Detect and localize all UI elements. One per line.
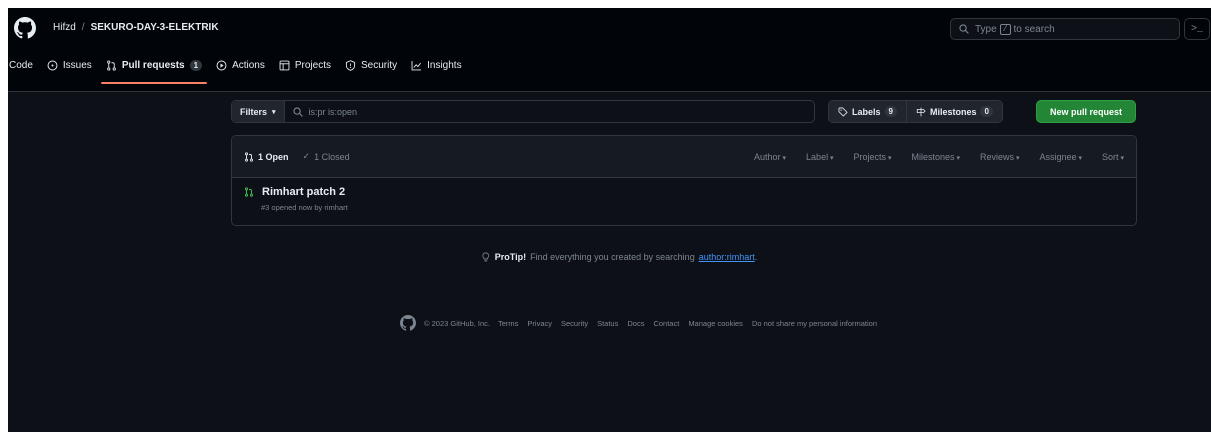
tab-label: Projects — [294, 59, 331, 71]
milestones-label: Milestones — [929, 106, 977, 117]
tab-security[interactable]: Security — [338, 54, 404, 76]
filters-button[interactable]: Filters ▾ — [232, 101, 285, 122]
pull-request-title-link[interactable]: Rimhart patch 2 — [262, 186, 345, 198]
pull-request-meta: #3 opened now by rimhart — [261, 203, 348, 212]
milestones-filter-menu[interactable]: Milestones — [912, 152, 961, 162]
tab-actions[interactable]: Actions — [209, 54, 272, 76]
search-prefix-text: Type — [975, 23, 997, 35]
pull-request-count-badge: 1 — [189, 59, 203, 71]
reviews-filter-menu[interactable]: Reviews — [980, 152, 1019, 162]
search-icon — [959, 24, 969, 34]
filters-label: Filters — [240, 106, 268, 117]
pull-request-icon — [106, 59, 116, 71]
tab-label: Issues — [62, 59, 92, 71]
chevron-down-icon: ▾ — [272, 108, 276, 116]
github-logo-icon[interactable] — [14, 17, 36, 39]
footer-link-security[interactable]: Security — [561, 319, 588, 328]
labels-count-badge: 9 — [884, 106, 897, 117]
footer-link-do-not-share[interactable]: Do not share my personal information — [752, 319, 877, 328]
check-icon: ✓ — [302, 151, 311, 161]
graph-icon — [411, 60, 422, 70]
site-footer: © 2023 GitHub, Inc. Terms Privacy Securi… — [400, 315, 877, 331]
repo-name-link[interactable]: SEKURO-DAY-3-ELEKTRIK — [91, 22, 219, 33]
labels-label: Labels — [852, 106, 881, 117]
breadcrumb-separator: / — [81, 22, 85, 33]
issue-icon — [47, 60, 58, 70]
tag-icon — [838, 107, 848, 117]
protip-text: Find everything you created by searching — [530, 252, 695, 262]
milestone-icon — [916, 107, 926, 116]
filters-bar: Filters ▾ is:pr is:open — [231, 100, 815, 123]
github-window: Hifzd / SEKURO-DAY-3-ELEKTRIK Type / to … — [8, 8, 1211, 432]
tab-label: Actions — [232, 59, 265, 71]
closed-filter-link[interactable]: ✓ 1 Closed — [303, 151, 350, 162]
projects-filter-menu[interactable]: Projects — [854, 152, 892, 162]
label-filter-menu[interactable]: Label — [806, 152, 834, 162]
pull-request-list: 1 Open ✓ 1 Closed Author Label Projects … — [231, 135, 1137, 226]
sort-menu[interactable]: Sort — [1102, 152, 1124, 162]
tab-code[interactable]: Code — [8, 54, 40, 76]
pr-search-value: is:pr is:open — [308, 106, 358, 117]
footer-link-docs[interactable]: Docs — [627, 319, 644, 328]
pull-request-icon — [244, 151, 254, 162]
light-bulb-icon — [482, 252, 490, 262]
global-search-input[interactable]: Type / to search — [950, 18, 1180, 40]
protip-search-link[interactable]: author:rimhart — [699, 252, 755, 262]
assignee-filter-menu[interactable]: Assignee — [1040, 152, 1083, 162]
pull-request-list-header: 1 Open ✓ 1 Closed Author Label Projects … — [232, 136, 1136, 178]
protip-end: . — [754, 252, 758, 262]
search-suffix-text: to search — [1013, 23, 1055, 35]
milestones-count-badge: 0 — [980, 106, 993, 117]
pr-search-input[interactable]: is:pr is:open — [285, 107, 814, 117]
repo-nav-tabs: Code Issues Pull requests 1 Actions Proj… — [8, 54, 469, 84]
protip: ProTip! Find everything you created by s… — [481, 252, 757, 262]
play-icon — [216, 60, 227, 70]
milestones-button[interactable]: Milestones 0 — [905, 101, 1002, 122]
labels-milestones-group: Labels 9 Milestones 0 — [828, 100, 1003, 123]
tab-pull-requests[interactable]: Pull requests 1 — [99, 54, 209, 84]
footer-link-manage-cookies[interactable]: Manage cookies — [688, 319, 743, 328]
tab-insights[interactable]: Insights — [404, 54, 468, 76]
labels-button[interactable]: Labels 9 — [829, 101, 906, 122]
open-pull-request-icon — [244, 187, 254, 197]
closed-count-label: 1 Closed — [314, 151, 350, 162]
shield-icon — [345, 59, 356, 71]
footer-copyright: © 2023 GitHub, Inc. — [424, 318, 490, 328]
command-palette-button[interactable]: >_ — [1184, 18, 1210, 40]
tab-label: Insights — [427, 59, 462, 71]
protip-title: ProTip! — [494, 252, 527, 262]
footer-link-contact[interactable]: Contact — [653, 319, 679, 328]
footer-link-status[interactable]: Status — [597, 319, 618, 328]
footer-link-privacy[interactable]: Privacy — [527, 319, 552, 328]
list-item: Rimhart patch 2 #3 opened now by rimhart — [232, 178, 1136, 220]
footer-links: Terms Privacy Security Status Docs Conta… — [498, 319, 877, 328]
tab-projects[interactable]: Projects — [272, 54, 338, 76]
search-shortcut-key: / — [999, 23, 1011, 35]
tab-label: Pull requests — [121, 59, 185, 71]
pull-request-title-row: Rimhart patch 2 — [244, 186, 1124, 198]
author-filter-menu[interactable]: Author — [754, 152, 786, 162]
tab-issues[interactable]: Issues — [40, 54, 99, 76]
open-filter-link[interactable]: 1 Open — [244, 152, 289, 162]
breadcrumb: Hifzd / SEKURO-DAY-3-ELEKTRIK — [53, 22, 219, 33]
tab-label: Security — [361, 59, 398, 71]
repo-owner-link[interactable]: Hifzd — [53, 22, 76, 33]
github-logo-icon[interactable] — [400, 315, 416, 331]
tab-label: Code — [9, 59, 33, 71]
footer-link-terms[interactable]: Terms — [498, 319, 518, 328]
header-bar: Hifzd / SEKURO-DAY-3-ELEKTRIK Type / to … — [8, 8, 1211, 92]
new-pull-request-button[interactable]: New pull request — [1036, 100, 1136, 123]
open-count-label: 1 Open — [258, 151, 289, 162]
list-filter-menus: Author Label Projects Milestones Reviews… — [754, 152, 1124, 162]
search-icon — [292, 106, 303, 117]
table-icon — [279, 60, 290, 70]
